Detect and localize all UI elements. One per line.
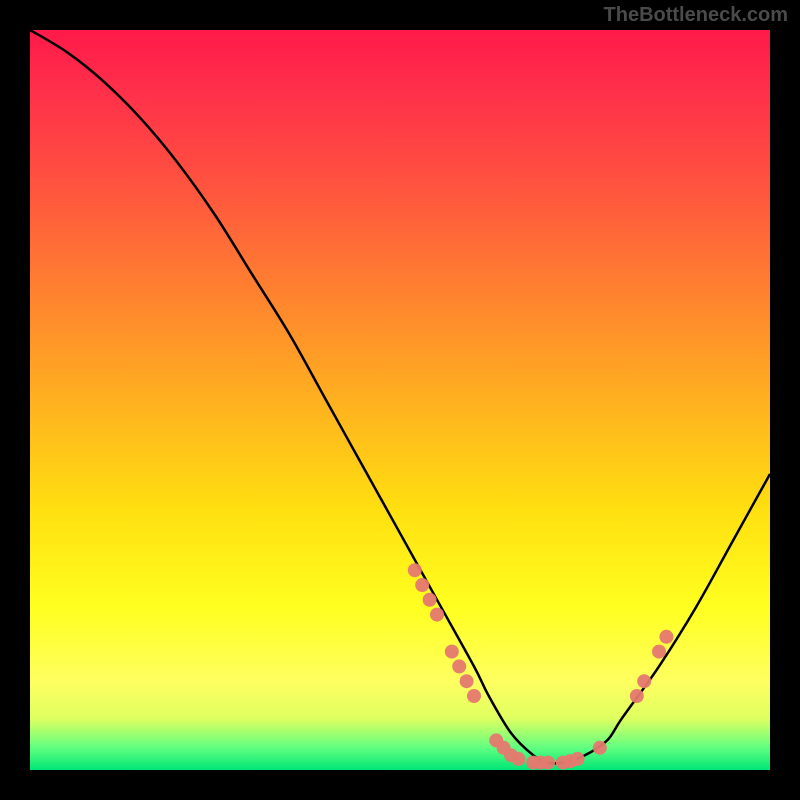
chart-svg [30, 30, 770, 770]
highlight-dot [630, 689, 644, 703]
highlight-dot [430, 608, 444, 622]
highlight-dot [652, 645, 666, 659]
highlight-dot [423, 593, 437, 607]
highlight-dot [415, 578, 429, 592]
highlight-dot [467, 689, 481, 703]
highlight-dot [541, 756, 555, 770]
highlight-dot [659, 630, 673, 644]
highlight-dot [452, 659, 466, 673]
highlight-dot [593, 741, 607, 755]
highlight-dot [511, 752, 525, 766]
chart-plot-area [30, 30, 770, 770]
highlight-dot [571, 752, 585, 766]
highlight-dot [460, 674, 474, 688]
watermark-text: TheBottleneck.com [604, 4, 788, 27]
highlight-dots-group [408, 563, 674, 769]
highlight-dot [445, 645, 459, 659]
highlight-dot [408, 563, 422, 577]
highlight-dot [637, 674, 651, 688]
